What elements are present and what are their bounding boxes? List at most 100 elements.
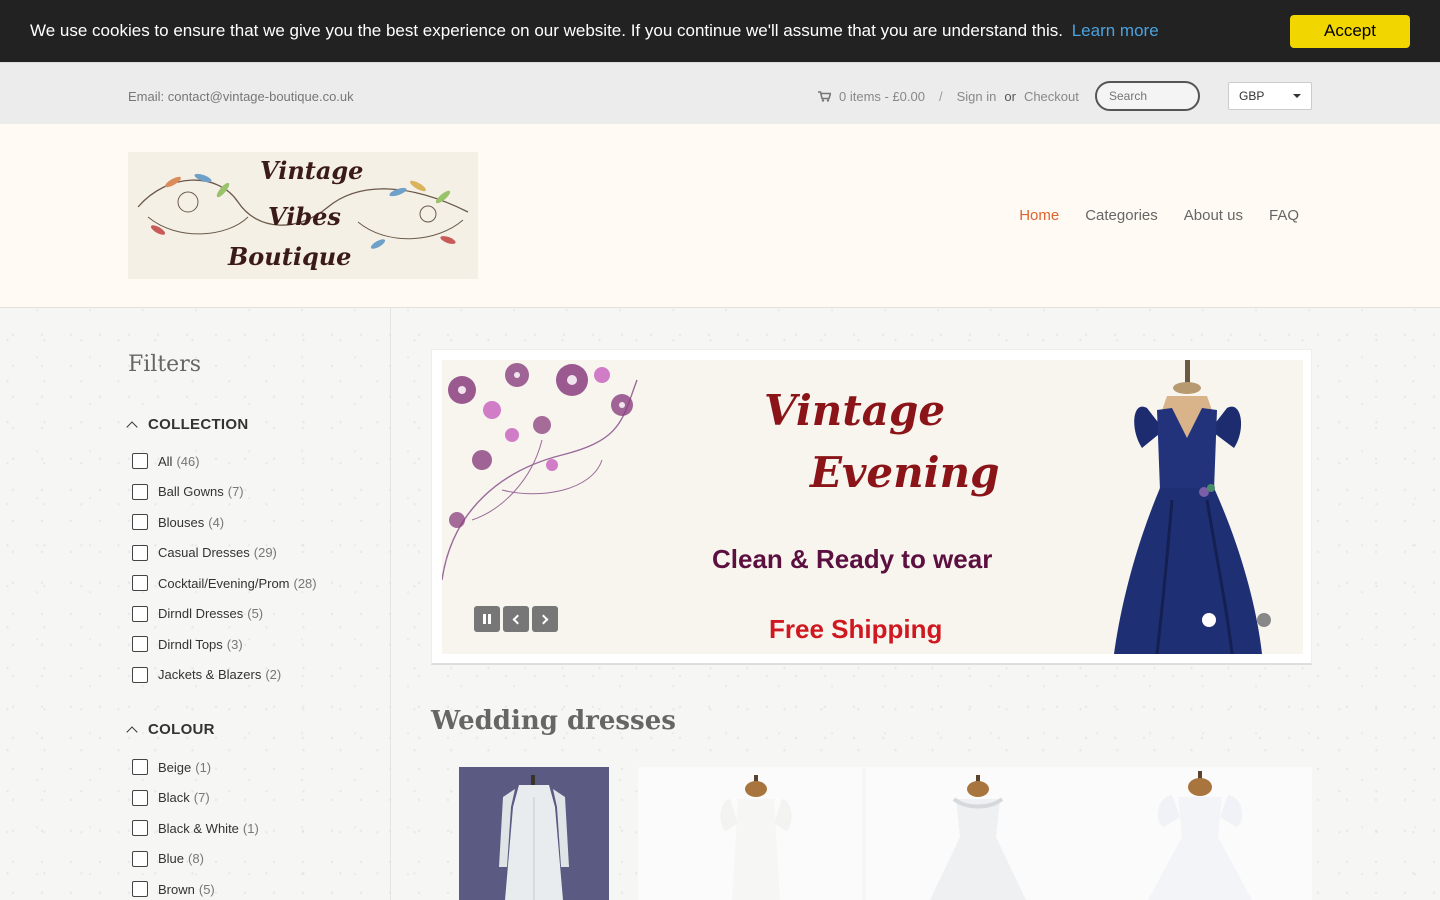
collection-filter-toggle[interactable]: COLLECTION bbox=[126, 416, 249, 433]
slide-title-line-2: Evening bbox=[810, 448, 1000, 497]
slide-tagline: Clean & Ready to wear bbox=[712, 544, 993, 574]
filter-count: (29) bbox=[253, 545, 277, 560]
logo-line-3: Boutique bbox=[228, 242, 352, 271]
nav-faq[interactable]: FAQ bbox=[1269, 207, 1299, 224]
collection-filter-option[interactable]: Blouses (4) bbox=[132, 514, 224, 530]
filter-count: (3) bbox=[226, 636, 243, 652]
collection-heading: COLLECTION bbox=[148, 416, 249, 433]
checkbox[interactable] bbox=[132, 820, 148, 836]
checkbox[interactable] bbox=[132, 514, 148, 530]
accept-cookies-button[interactable]: Accept bbox=[1290, 14, 1410, 48]
checkbox[interactable] bbox=[132, 636, 148, 652]
checkbox[interactable] bbox=[132, 759, 148, 775]
main-nav: Home Categories About us FAQ bbox=[1019, 207, 1299, 224]
product-card[interactable] bbox=[638, 767, 862, 900]
slide-shipping-text: Free Shipping bbox=[769, 614, 943, 644]
filter-count: (2) bbox=[265, 667, 282, 682]
chevron-right-icon bbox=[538, 614, 549, 624]
checkbox[interactable] bbox=[132, 483, 148, 500]
sign-in-link[interactable]: Sign in bbox=[957, 89, 997, 104]
wedding-dress-image bbox=[1148, 771, 1252, 900]
collection-filter-option[interactable]: Dirndl Tops (3) bbox=[132, 636, 243, 652]
colour-filter-option[interactable]: Black (7) bbox=[132, 789, 210, 806]
product-card[interactable] bbox=[459, 767, 609, 900]
slide-title-line-1: Vintage bbox=[764, 386, 946, 435]
wedding-dress-image bbox=[930, 775, 1026, 900]
chevron-left-icon bbox=[512, 614, 523, 624]
filter-label: Blue (8) bbox=[158, 851, 204, 866]
filters-title: Filters bbox=[128, 352, 202, 377]
collection-filter-option[interactable]: Casual Dresses (29) bbox=[132, 544, 277, 561]
filter-label: Jackets & Blazers (2) bbox=[158, 667, 282, 682]
checkout-link[interactable]: Checkout bbox=[1024, 89, 1079, 104]
filter-count: (46) bbox=[176, 453, 200, 469]
filter-label: Brown (5) bbox=[158, 881, 215, 897]
learn-more-link[interactable]: Learn more bbox=[1072, 21, 1159, 40]
filter-count: (4) bbox=[208, 514, 225, 530]
filter-label: Dirndl Dresses (5) bbox=[158, 606, 264, 621]
checkbox[interactable] bbox=[132, 850, 148, 867]
filter-label: Cocktail/Evening/Prom (28) bbox=[158, 575, 317, 591]
cookie-message-container: We use cookies to ensure that we give yo… bbox=[30, 21, 1290, 41]
checkbox[interactable] bbox=[132, 789, 148, 806]
filter-count: (1) bbox=[195, 759, 212, 775]
collection-filter-option[interactable]: Dirndl Dresses (5) bbox=[132, 605, 264, 622]
top-utility-bar: Email: contact@vintage-boutique.co.uk 0 … bbox=[0, 62, 1440, 124]
cart-summary: 0 items - £0.00 / Sign in or Checkout bbox=[818, 89, 1079, 104]
chevron-down-icon bbox=[1293, 94, 1301, 98]
filter-count: (7) bbox=[193, 790, 210, 805]
contact-email: Email: contact@vintage-boutique.co.uk bbox=[128, 89, 354, 104]
colour-filter-option[interactable]: Black & White (1) bbox=[132, 820, 259, 836]
colour-filter-option[interactable]: Blue (8) bbox=[132, 850, 204, 867]
collection-filter-option[interactable]: Cocktail/Evening/Prom (28) bbox=[132, 575, 317, 591]
currency-value: GBP bbox=[1239, 89, 1265, 103]
collection-filter-option[interactable]: Jackets & Blazers (2) bbox=[132, 666, 282, 683]
filter-label: Ball Gowns (7) bbox=[158, 484, 244, 499]
chevron-up-icon bbox=[126, 725, 138, 738]
logo-line-1: Vintage bbox=[260, 156, 364, 185]
filter-count: (7) bbox=[227, 484, 244, 499]
wedding-dress-image bbox=[499, 775, 569, 900]
filters-sidebar: Filters COLLECTION All (46) Ball Gowns (7) B… bbox=[0, 308, 391, 900]
filter-count: (28) bbox=[293, 575, 317, 591]
site-logo[interactable]: Vintage Vibes Boutique bbox=[128, 152, 478, 279]
cart-link[interactable]: 0 items - £0.00 bbox=[839, 89, 925, 104]
nav-home[interactable]: Home bbox=[1019, 207, 1059, 224]
filter-count: (8) bbox=[188, 851, 204, 866]
currency-select[interactable]: GBP bbox=[1228, 82, 1312, 110]
checkbox[interactable] bbox=[132, 453, 148, 469]
dress-on-mannequin-image bbox=[1114, 360, 1262, 654]
search-input[interactable] bbox=[1095, 81, 1200, 111]
cart-separator: / bbox=[939, 89, 943, 104]
collection-filter-option[interactable]: All (46) bbox=[132, 453, 200, 469]
checkbox[interactable] bbox=[132, 666, 148, 683]
collection-filter-option[interactable]: Ball Gowns (7) bbox=[132, 483, 244, 500]
slider-dot-2[interactable] bbox=[1257, 613, 1271, 627]
checkbox[interactable] bbox=[132, 544, 148, 561]
filter-label: Casual Dresses (29) bbox=[158, 545, 277, 560]
slide-vintage-evening[interactable]: Vintage Evening Clean & Ready to wear Fr… bbox=[442, 360, 1303, 654]
or-text: or bbox=[1004, 89, 1016, 104]
filter-label: Beige (1) bbox=[158, 759, 212, 775]
checkbox[interactable] bbox=[132, 881, 148, 897]
product-card[interactable] bbox=[866, 767, 1090, 900]
slider-prev-button[interactable] bbox=[503, 606, 529, 632]
filter-label: Dirndl Tops (3) bbox=[158, 636, 243, 652]
filter-label: Black (7) bbox=[158, 790, 210, 805]
pause-icon-bar bbox=[488, 614, 491, 624]
colour-filter-toggle[interactable]: COLOUR bbox=[126, 721, 215, 738]
nav-about[interactable]: About us bbox=[1184, 207, 1243, 224]
product-card[interactable] bbox=[1090, 767, 1312, 900]
colour-filter-option[interactable]: Beige (1) bbox=[132, 759, 211, 775]
filter-label: All (46) bbox=[158, 453, 200, 469]
colour-filter-option[interactable]: Brown (5) bbox=[132, 881, 215, 897]
slider-next-button[interactable] bbox=[532, 606, 558, 632]
slider-pause-button[interactable] bbox=[474, 606, 500, 632]
cart-icon[interactable] bbox=[818, 91, 831, 102]
slider-dot-1[interactable] bbox=[1202, 613, 1216, 627]
chevron-up-icon bbox=[126, 420, 138, 433]
nav-categories[interactable]: Categories bbox=[1085, 207, 1158, 224]
checkbox[interactable] bbox=[132, 605, 148, 622]
filter-count: (5) bbox=[198, 881, 215, 897]
checkbox[interactable] bbox=[132, 575, 148, 591]
